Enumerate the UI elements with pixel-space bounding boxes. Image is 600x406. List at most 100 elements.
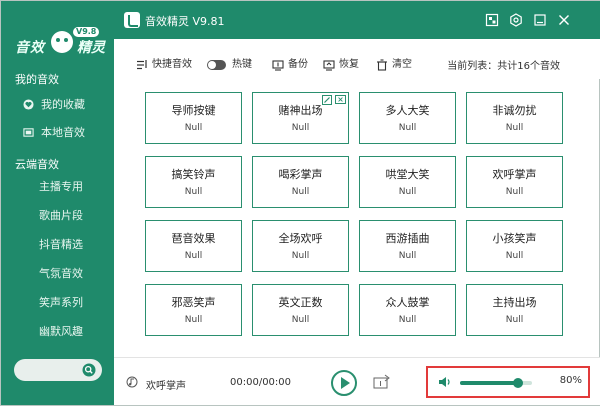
sound-hotkey: Null	[398, 123, 417, 133]
restore-icon	[323, 60, 335, 71]
sound-name: 喝彩掌声	[278, 168, 323, 181]
sound-name: 众人鼓掌	[385, 296, 430, 309]
sound-hotkey: Null	[184, 187, 203, 197]
sidebar-item-laughs[interactable]: 笑声系列	[1, 292, 114, 314]
sound-name: 小孩笑声	[492, 232, 537, 245]
volume-fill	[460, 381, 518, 385]
sidebar-item-label: 气氛音效	[39, 267, 83, 280]
minimize-icon[interactable]	[533, 13, 547, 27]
sidebar-item-label: 笑声系列	[39, 296, 83, 309]
sound-name: 邪恶笑声	[171, 296, 216, 309]
backup-label: 备份	[288, 59, 308, 70]
sidebar-item-local[interactable]: 本地音效	[1, 122, 114, 144]
sidebar-item-label: 歌曲片段	[39, 209, 83, 222]
sound-name: 搞笑铃声	[171, 168, 216, 181]
sound-card[interactable]: 喝彩掌声 Null	[252, 156, 349, 208]
logo-face-icon	[51, 31, 73, 53]
sidebar-item-atmosphere[interactable]: 气氛音效	[1, 263, 114, 285]
sound-hotkey: Null	[398, 315, 417, 325]
sound-hotkey: Null	[291, 123, 310, 133]
section-cloud-sounds: 云端音效	[15, 158, 59, 171]
sound-name: 琶音效果	[171, 232, 216, 245]
sound-card[interactable]: 主持出场 Null	[466, 284, 563, 336]
player-bar: 欢呼掌声 00:00/00:00 80%	[114, 357, 600, 405]
toolbar: 快捷音效 热键 备份 恢复 清空 当前列表：共计16个音效	[114, 39, 600, 79]
sound-hotkey: Null	[398, 187, 417, 197]
sound-card[interactable]: 琶音效果 Null	[145, 220, 242, 272]
settings-icon[interactable]	[509, 13, 523, 27]
sound-card[interactable]: 搞笑铃声 Null	[145, 156, 242, 208]
sound-name: 欢呼掌声	[492, 168, 537, 181]
sidebar-item-label: 抖音精选	[39, 238, 83, 251]
hotkey-label: 热键	[232, 59, 252, 70]
layout-icon[interactable]	[485, 13, 499, 27]
volume-slider[interactable]	[460, 378, 532, 388]
section-my-sounds: 我的音效	[15, 73, 59, 86]
sound-name: 导师按键	[171, 104, 216, 117]
close-icon[interactable]	[557, 13, 571, 27]
sidebar-item-favorites[interactable]: 我的收藏	[1, 94, 114, 116]
hotkey-switch[interactable]	[207, 60, 226, 70]
sound-card[interactable]: 英文正数 Null	[252, 284, 349, 336]
restore-label: 恢复	[339, 59, 359, 70]
sound-card[interactable]: 西游插曲 Null	[359, 220, 456, 272]
sidebar: V9.8 音效 精灵 我的音效 我的收藏 本地音效 云端音效 主播专用 歌曲片段…	[1, 1, 114, 405]
sidebar-search-input[interactable]	[14, 359, 102, 381]
sound-hotkey: Null	[505, 123, 524, 133]
loop-icon[interactable]	[373, 374, 391, 390]
play-button[interactable]	[331, 370, 357, 396]
sound-hotkey: Null	[398, 251, 417, 261]
sound-card[interactable]: 众人鼓掌 Null	[359, 284, 456, 336]
sound-hotkey: Null	[291, 187, 310, 197]
app-window: V9.8 音效 精灵 我的音效 我的收藏 本地音效 云端音效 主播专用 歌曲片段…	[0, 0, 600, 406]
sidebar-item-douyin[interactable]: 抖音精选	[1, 234, 114, 256]
volume-control: 80%	[426, 366, 590, 398]
sound-name: 赌神出场	[278, 104, 323, 117]
folder-icon	[23, 128, 34, 137]
search-icon[interactable]	[82, 363, 96, 377]
sound-card[interactable]: 全场欢呼 Null	[252, 220, 349, 272]
clear-label: 清空	[392, 59, 412, 70]
backup-icon	[272, 60, 284, 71]
volume-icon[interactable]	[438, 376, 452, 388]
sound-card[interactable]: 欢呼掌声 Null	[466, 156, 563, 208]
sound-card[interactable]: 哄堂大笑 Null	[359, 156, 456, 208]
sidebar-item-streamer[interactable]: 主播专用	[1, 176, 114, 198]
sound-card[interactable]: 邪恶笑声 Null	[145, 284, 242, 336]
app-icon	[124, 12, 140, 28]
sound-grid: 导师按键 Null 赌神出场 Null 多人大笑 Null 非诚勿扰 Null 搞笑铃声…	[145, 92, 585, 342]
sound-card[interactable]: 赌神出场 Null	[252, 92, 349, 144]
logo-text-left: 音效	[15, 40, 45, 56]
sound-card[interactable]: 非诚勿扰 Null	[466, 92, 563, 144]
sound-card[interactable]: 多人大笑 Null	[359, 92, 456, 144]
sidebar-item-label: 我的收藏	[41, 98, 85, 111]
logo-text-right: 精灵	[77, 40, 105, 56]
sidebar-item-song-clips[interactable]: 歌曲片段	[1, 205, 114, 227]
sound-hotkey: Null	[184, 123, 203, 133]
sound-hotkey: Null	[184, 251, 203, 261]
sound-hotkey: Null	[291, 315, 310, 325]
sound-name: 英文正数	[278, 296, 323, 309]
list-count-info: 当前列表：共计16个音效	[447, 61, 560, 72]
sidebar-item-label: 本地音效	[41, 126, 85, 139]
sound-name: 多人大笑	[385, 104, 430, 117]
sidebar-item-label: 主播专用	[39, 180, 83, 193]
sound-name: 主持出场	[492, 296, 537, 309]
sound-hotkey: Null	[184, 315, 203, 325]
volume-percent: 80%	[559, 375, 582, 386]
volume-knob[interactable]	[512, 378, 523, 388]
sound-hotkey: Null	[505, 251, 524, 261]
music-note-icon	[126, 376, 138, 388]
sound-name: 哄堂大笑	[385, 168, 430, 181]
trash-icon	[377, 59, 387, 71]
sound-name: 全场欢呼	[278, 232, 323, 245]
sound-hotkey: Null	[505, 187, 524, 197]
sound-hotkey: Null	[505, 315, 524, 325]
sound-card[interactable]: 小孩笑声 Null	[466, 220, 563, 272]
quick-list-icon	[137, 60, 147, 70]
sound-card[interactable]: 导师按键 Null	[145, 92, 242, 144]
sidebar-item-humor[interactable]: 幽默风趣	[1, 321, 114, 343]
app-logo: V9.8 音效 精灵	[7, 11, 111, 59]
window-title: 音效精灵 V9.81	[145, 15, 225, 28]
playback-time: 00:00/00:00	[230, 377, 292, 388]
